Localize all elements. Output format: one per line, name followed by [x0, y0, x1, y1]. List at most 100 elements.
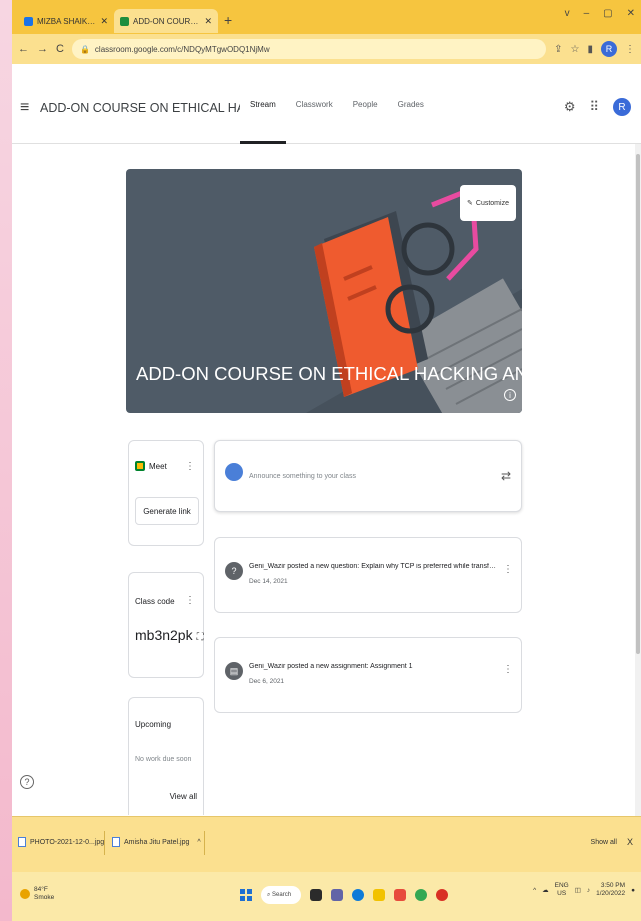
meet-header: Meet — [135, 461, 167, 471]
close-window-icon[interactable]: ✕ — [627, 8, 635, 19]
time-text: 3:50 PM — [600, 882, 626, 889]
tab-close-icon[interactable]: ✕ — [100, 16, 108, 27]
post-text[interactable]: Geni_Wazir posted a new question: Explai… — [249, 563, 499, 570]
class-code-card: Class code ⋮ mb3n2pk ⛶ — [128, 572, 204, 678]
downloads-bar: PHOTO-2021-12-0...jpg ^ Amisha Jitu Pate… — [12, 816, 641, 872]
scrollbar-thumb[interactable] — [636, 154, 640, 654]
reload-icon[interactable]: C — [56, 43, 64, 55]
back-icon[interactable]: ← — [18, 43, 29, 55]
taskbar-search[interactable]: ⌕ Search — [261, 886, 301, 904]
meet-card: Meet ⋮ Generate link — [128, 440, 204, 546]
tab-search-icon[interactable]: v — [565, 8, 570, 19]
system-tray: ^ ☁ ENG US ◫ ♪ 3:50 PM 1/20/2022 ● — [533, 882, 635, 898]
post-more-icon[interactable]: ⋮ — [503, 664, 513, 675]
scrollbar[interactable] — [635, 144, 641, 816]
minimize-icon[interactable]: – — [584, 8, 590, 19]
tab-classwork[interactable]: Classwork — [286, 64, 343, 144]
tab-stream[interactable]: Stream — [240, 64, 286, 144]
tab-close-icon[interactable]: ✕ — [204, 16, 212, 27]
file-explorer-icon[interactable] — [373, 889, 385, 901]
chrome-icon[interactable] — [415, 889, 427, 901]
view-all-link[interactable]: View all — [170, 792, 197, 801]
browser-menu-icon[interactable]: ⋮ — [625, 44, 635, 55]
task-view-icon[interactable] — [310, 889, 322, 901]
classroom-header: ≡ ADD-ON COURSE ON ETHICAL HACKING AND I… — [12, 64, 641, 144]
tab-bar: MIZBA SHAIKH added a private ✕ ADD-ON CO… — [12, 0, 641, 34]
help-icon[interactable]: ? — [20, 775, 34, 789]
notification-icon[interactable]: ● — [631, 887, 635, 894]
download-filename: Amisha Jitu Patel.jpg — [124, 838, 190, 846]
generate-link-button[interactable]: Generate link — [135, 497, 199, 525]
app-icon[interactable] — [436, 889, 448, 901]
tab-title: ADD-ON COURSE ON ETHICAL — [133, 16, 201, 26]
wifi-icon[interactable]: ◫ — [575, 886, 581, 894]
tab-favicon-icon — [120, 16, 129, 26]
volume-icon[interactable]: ♪ — [587, 887, 590, 894]
tab-title: MIZBA SHAIKH added a private — [37, 16, 96, 26]
desktop-background — [0, 0, 12, 921]
chevron-up-icon[interactable]: ^ — [197, 839, 200, 846]
forward-icon[interactable]: → — [37, 43, 48, 55]
user-avatar — [225, 463, 243, 481]
stream-post[interactable]: ▤ Geni_Wazir posted a new assignment: As… — [214, 637, 522, 713]
browser-profile-avatar[interactable]: R — [601, 41, 617, 57]
language-indicator[interactable]: ENG US — [555, 882, 569, 898]
download-filename: PHOTO-2021-12-0...jpg — [30, 838, 105, 846]
download-item[interactable]: Amisha Jitu Patel.jpg ^ — [112, 837, 201, 847]
url-text: classroom.google.com/c/NDQyMTgwODQ1NjMw — [94, 44, 270, 54]
bookmark-star-icon[interactable]: ☆ — [571, 44, 580, 55]
weather-text: 84°F Smoke — [34, 886, 54, 902]
apps-grid-icon[interactable]: ⠿ — [589, 99, 599, 115]
edge-icon[interactable] — [352, 889, 364, 901]
close-downloads-icon[interactable]: X — [627, 837, 633, 847]
info-icon[interactable]: i — [504, 389, 516, 401]
stream-post[interactable]: ? Geni_Wazir posted a new question: Expl… — [214, 537, 522, 613]
account-avatar[interactable]: R — [613, 98, 631, 116]
repost-icon[interactable]: ⇄ — [501, 469, 511, 483]
question-icon: ? — [225, 562, 243, 580]
file-icon — [112, 837, 120, 847]
weather-widget[interactable]: 84°F Smoke — [20, 886, 54, 902]
show-all-button[interactable]: Show all — [591, 839, 617, 846]
windows-taskbar: 84°F Smoke ⌕ Search ^ ☁ ENG US ◫ ♪ 3:50 … — [12, 872, 641, 921]
language-text: ENG — [554, 882, 569, 889]
announce-box[interactable]: Announce something to your class ⇄ — [214, 440, 522, 512]
meet-more-icon[interactable]: ⋮ — [185, 461, 195, 472]
sidebar-icon[interactable]: ▮ — [587, 44, 593, 55]
announce-input[interactable]: Announce something to your class — [249, 473, 356, 480]
clock[interactable]: 3:50 PM 1/20/2022 — [596, 882, 625, 898]
cloud-icon[interactable]: ☁ — [542, 886, 549, 894]
post-date: Dec 6, 2021 — [249, 678, 285, 685]
weather-icon — [20, 889, 30, 899]
post-date: Dec 14, 2021 — [249, 578, 288, 585]
tab-people[interactable]: People — [343, 64, 388, 144]
class-code-more-icon[interactable]: ⋮ — [185, 595, 195, 606]
customize-button[interactable]: ✎ Customize — [460, 185, 516, 221]
post-more-icon[interactable]: ⋮ — [503, 564, 513, 575]
browser-tab-1[interactable]: MIZBA SHAIKH added a private ✕ — [18, 9, 114, 33]
course-title[interactable]: ADD-ON COURSE ON ETHICAL HACKING AND I..… — [40, 101, 240, 115]
date-text: 1/20/2022 — [596, 890, 626, 897]
meet-logo-icon — [135, 461, 145, 471]
new-tab-icon[interactable]: + — [224, 12, 232, 28]
temperature: 84°F — [34, 886, 48, 893]
fullscreen-icon[interactable]: ⛶ — [197, 632, 204, 643]
divider — [104, 831, 105, 855]
download-item[interactable]: PHOTO-2021-12-0...jpg ^ — [18, 837, 115, 847]
chevron-up-icon[interactable]: ^ — [533, 887, 536, 894]
region-text: US — [557, 890, 567, 897]
main-menu-icon[interactable]: ≡ — [20, 99, 29, 117]
url-field[interactable]: 🔒 classroom.google.com/c/NDQyMTgwODQ1NjM… — [71, 39, 547, 59]
post-text[interactable]: Geni_Wazir posted a new assignment: Assi… — [249, 663, 499, 670]
share-icon[interactable]: ⇪ — [554, 44, 562, 55]
windows-start-icon[interactable] — [240, 889, 252, 901]
divider — [204, 831, 205, 855]
teams-icon[interactable] — [331, 889, 343, 901]
settings-gear-icon[interactable]: ⚙ — [564, 99, 576, 115]
browser-tab-2[interactable]: ADD-ON COURSE ON ETHICAL ✕ — [114, 9, 218, 33]
tab-grades[interactable]: Grades — [388, 64, 434, 144]
store-icon[interactable] — [394, 889, 406, 901]
maximize-icon[interactable]: ▢ — [603, 8, 612, 19]
customize-label: Customize — [475, 199, 509, 207]
upcoming-title: Upcoming — [135, 720, 172, 729]
